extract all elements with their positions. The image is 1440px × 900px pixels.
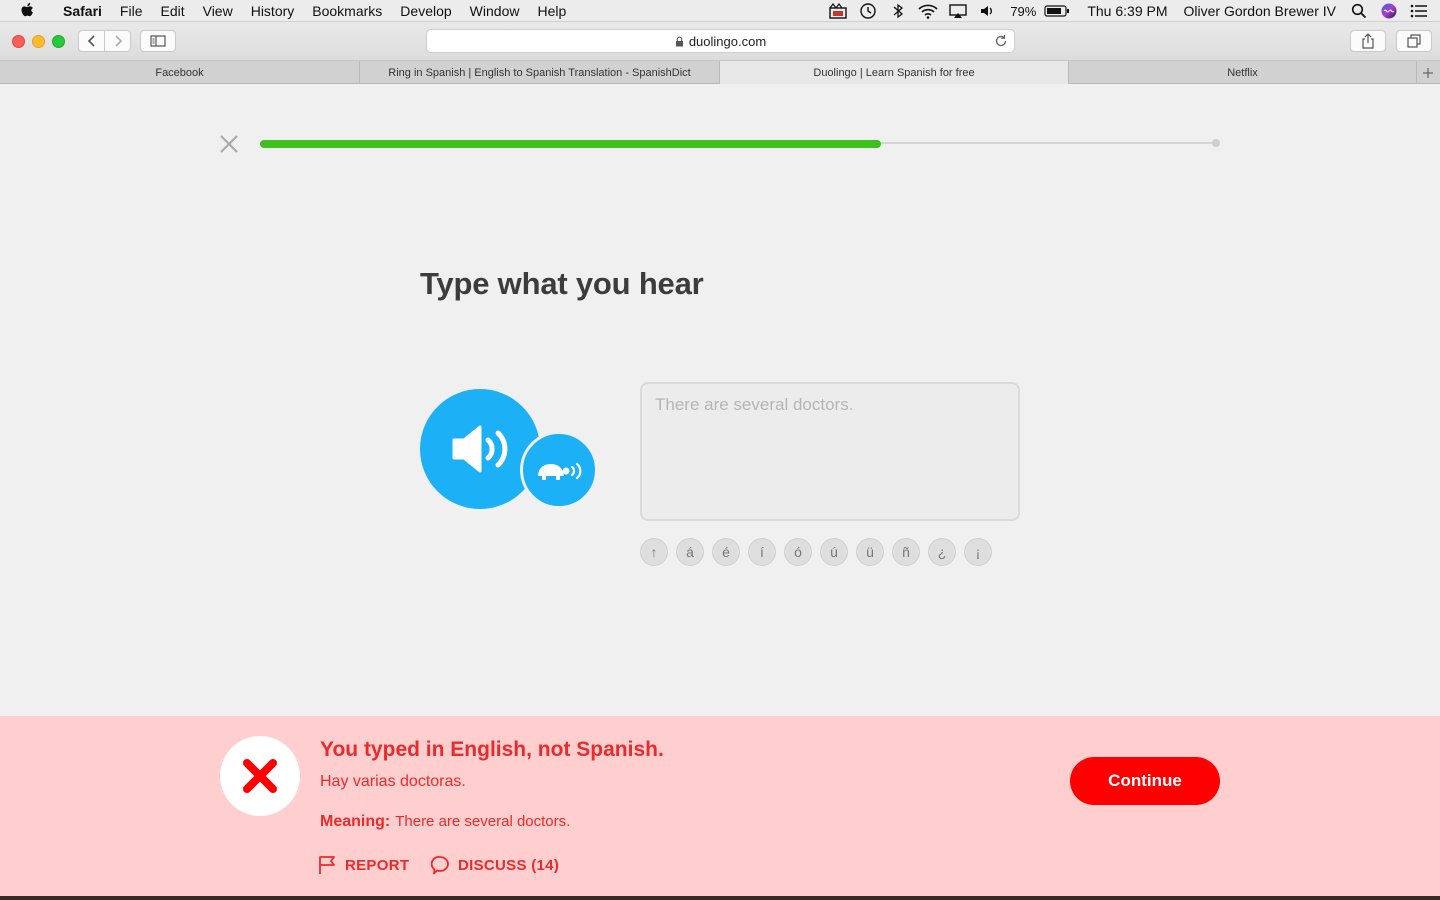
tab-facebook[interactable]: Facebook: [0, 61, 360, 84]
spotlight-search-icon[interactable]: [1344, 0, 1374, 22]
sidebar-toggle-button[interactable]: [140, 30, 176, 52]
char-key-e-acute[interactable]: é: [712, 538, 740, 566]
char-key-u-acute[interactable]: ú: [820, 538, 848, 566]
incorrect-badge: [220, 736, 300, 816]
progress-end-dot: [1212, 139, 1220, 147]
feedback-panel: You typed in English, not Spanish. Hay v…: [0, 716, 1440, 896]
tab-duolingo[interactable]: Duolingo | Learn Spanish for free: [720, 61, 1069, 84]
lesson-page: Type what you hear ↑ á é í ó ú ü ñ ¿ ¡: [0, 84, 1440, 716]
share-icon: [1362, 33, 1374, 49]
continue-button[interactable]: Continue: [1070, 757, 1220, 805]
chevron-left-icon: [87, 35, 95, 47]
speaker-icon: [452, 425, 508, 473]
address-bar[interactable]: duolingo.com: [426, 29, 1015, 53]
quit-lesson-button[interactable]: [220, 135, 238, 153]
browser-toolbar: duolingo.com: [0, 22, 1440, 61]
report-button[interactable]: REPORT: [318, 855, 409, 875]
siri-icon[interactable]: [1374, 0, 1404, 22]
forward-button[interactable]: [104, 30, 131, 52]
tab-overview-button[interactable]: [1396, 30, 1432, 52]
menu-window[interactable]: Window: [461, 3, 529, 19]
menu-app-name[interactable]: Safari: [54, 3, 111, 19]
challenge-prompt: Type what you hear: [420, 266, 704, 301]
address-url: duolingo.com: [688, 33, 767, 49]
back-button[interactable]: [78, 30, 105, 52]
flag-icon: [318, 855, 337, 875]
char-key-n-tilde[interactable]: ñ: [892, 538, 920, 566]
menu-bookmarks[interactable]: Bookmarks: [303, 3, 391, 19]
char-key-inverted-exclamation[interactable]: ¡: [964, 538, 992, 566]
char-key-u-umlaut[interactable]: ü: [856, 538, 884, 566]
wifi-icon[interactable]: [913, 0, 943, 22]
apple-menu-icon[interactable]: [20, 2, 42, 19]
battery-percent: 79%: [1010, 3, 1037, 19]
report-label: REPORT: [345, 856, 410, 874]
answer-input[interactable]: [640, 382, 1020, 521]
window-zoom-button[interactable]: [52, 35, 65, 48]
progress-bar-fill: [260, 140, 881, 148]
char-key-o-acute[interactable]: ó: [784, 538, 812, 566]
plus-icon: [1423, 67, 1433, 78]
window-close-button[interactable]: [12, 35, 25, 48]
tab-bar: Facebook Ring in Spanish | English to Sp…: [0, 61, 1440, 84]
menubar-user-name[interactable]: Oliver Gordon Brewer IV: [1176, 3, 1345, 19]
reload-icon[interactable]: [994, 34, 1008, 48]
film-icon[interactable]: [823, 0, 853, 22]
desktop-strip: [0, 896, 1440, 900]
discuss-label: DISCUSS (14): [458, 856, 560, 874]
share-button[interactable]: [1350, 30, 1386, 52]
volume-icon[interactable]: [973, 0, 1003, 22]
bluetooth-icon[interactable]: [883, 0, 913, 22]
time-machine-icon[interactable]: [853, 0, 883, 22]
turtle-icon: [538, 462, 582, 480]
menu-bar: Safari File Edit View History Bookmarks …: [0, 0, 1440, 22]
meaning-label: Meaning:: [320, 813, 391, 830]
airplay-icon[interactable]: [943, 0, 973, 22]
comment-icon: [430, 855, 450, 875]
meaning-text: There are several doctors.: [395, 813, 571, 830]
menu-history[interactable]: History: [242, 3, 304, 19]
sidebar-icon: [150, 35, 166, 47]
meaning-line: Meaning: There are several doctors.: [320, 813, 570, 831]
tab-spanishdict[interactable]: Ring in Spanish | English to Spanish Tra…: [360, 61, 720, 84]
menu-file[interactable]: File: [111, 3, 152, 19]
menu-edit[interactable]: Edit: [151, 3, 193, 19]
play-audio-button[interactable]: [420, 389, 540, 509]
new-tab-button[interactable]: [1417, 61, 1439, 84]
notification-center-icon[interactable]: [1404, 0, 1434, 22]
chevron-right-icon: [114, 35, 122, 47]
feedback-title: You typed in English, not Spanish.: [320, 738, 664, 761]
char-key-inverted-question[interactable]: ¿: [928, 538, 956, 566]
close-icon: [220, 135, 238, 153]
shift-key[interactable]: ↑: [640, 538, 668, 566]
discuss-button[interactable]: DISCUSS (14): [430, 855, 559, 875]
battery-icon[interactable]: [1043, 0, 1071, 22]
menubar-clock[interactable]: Thu 6:39 PM: [1079, 3, 1175, 19]
menu-develop[interactable]: Develop: [391, 3, 460, 19]
window-minimize-button[interactable]: [32, 35, 45, 48]
char-key-i-acute[interactable]: í: [748, 538, 776, 566]
play-slow-audio-button[interactable]: [520, 431, 598, 509]
char-key-a-acute[interactable]: á: [676, 538, 704, 566]
tab-netflix[interactable]: Netflix: [1069, 61, 1417, 84]
lock-icon: [675, 36, 684, 47]
special-character-bar: ↑ á é í ó ú ü ñ ¿ ¡: [640, 538, 992, 566]
tabs-icon: [1407, 34, 1421, 48]
correct-answer: Hay varias doctoras.: [320, 773, 466, 790]
incorrect-x-icon: [243, 759, 277, 793]
menu-help[interactable]: Help: [528, 3, 575, 19]
menu-view[interactable]: View: [194, 3, 242, 19]
